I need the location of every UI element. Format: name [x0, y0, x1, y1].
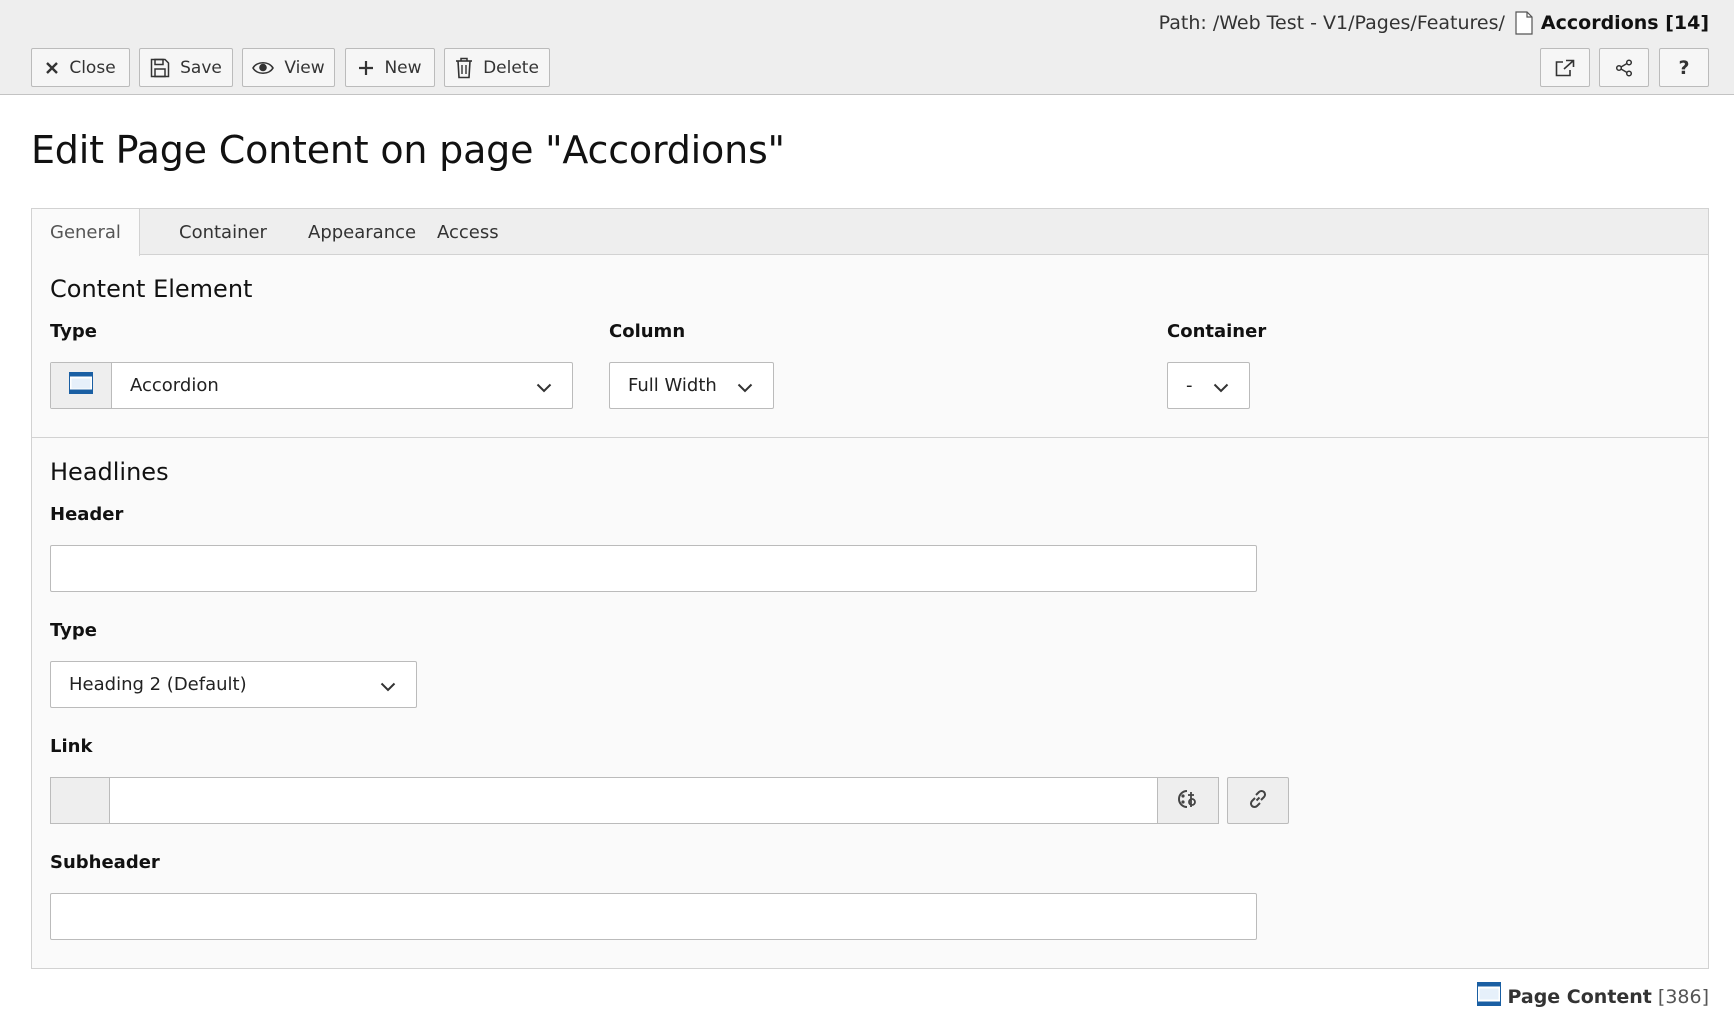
header-type-select[interactable]: Heading 2 (Default)	[50, 661, 417, 708]
container-value: -	[1186, 375, 1193, 396]
column-label: Column	[609, 321, 686, 342]
chevron-down-icon	[737, 378, 753, 399]
path-label: Path: /Web Test - V1/Pages/Features/	[1158, 12, 1505, 34]
help-icon: ?	[1678, 56, 1690, 79]
page-content-icon	[1477, 982, 1502, 1011]
chevron-down-icon	[1213, 378, 1229, 399]
accordion-content-icon	[69, 372, 93, 399]
share-button[interactable]	[1599, 48, 1649, 87]
delete-button-label: Delete	[483, 57, 539, 78]
open-new-window-button[interactable]	[1540, 48, 1590, 87]
header-label: Header	[50, 504, 124, 525]
link-browser-button[interactable]	[1157, 777, 1219, 824]
link-wizard-icon	[1176, 788, 1200, 814]
tab-appearance[interactable]: Appearance	[290, 209, 434, 255]
tab-access[interactable]: Access	[419, 209, 517, 255]
content-type-icon-box	[51, 363, 112, 408]
header-input[interactable]	[50, 545, 1257, 592]
column-value: Full Width	[628, 375, 717, 396]
docheader: Path: /Web Test - V1/Pages/Features/ Acc…	[0, 0, 1734, 95]
plus-icon	[358, 60, 374, 76]
chevron-down-icon	[380, 677, 396, 698]
edit-form: General Container Appearance Access Cont…	[31, 208, 1709, 969]
breadcrumb-path: Path: /Web Test - V1/Pages/Features/ Acc…	[1159, 10, 1709, 36]
close-button[interactable]: Close	[31, 48, 130, 87]
record-id: [386]	[1657, 985, 1709, 1008]
link-input[interactable]	[109, 777, 1158, 824]
page-document-icon	[1515, 11, 1533, 35]
trash-icon	[455, 57, 473, 79]
header-type-label: Type	[50, 620, 97, 641]
headlines-heading: Headlines	[50, 458, 169, 486]
new-button-label: New	[384, 57, 422, 78]
link-label: Link	[50, 736, 93, 757]
eye-icon	[252, 60, 275, 76]
column-select[interactable]: Full Width	[609, 362, 774, 409]
subheader-input[interactable]	[50, 893, 1257, 940]
record-title: Accordions [14]	[1540, 12, 1709, 34]
content-element-heading: Content Element	[50, 275, 253, 303]
type-label: Type	[50, 321, 97, 342]
share-icon	[1615, 58, 1633, 77]
chain-link-icon	[1247, 788, 1269, 814]
section-divider	[32, 437, 1708, 438]
help-button[interactable]: ?	[1659, 48, 1709, 87]
record-name: Page Content	[1507, 985, 1652, 1008]
tab-container[interactable]: Container	[161, 209, 285, 255]
chevron-down-icon	[536, 378, 552, 399]
container-select[interactable]: -	[1167, 362, 1250, 409]
view-button[interactable]: View	[242, 48, 335, 87]
tab-general[interactable]: General	[32, 209, 140, 256]
view-button-label: View	[284, 57, 325, 78]
save-icon	[150, 58, 170, 78]
save-button-label: Save	[180, 57, 222, 78]
tab-bar: General Container Appearance Access	[32, 209, 1708, 256]
subheader-label: Subheader	[50, 852, 160, 873]
record-info-footer: Page Content [386]	[1477, 982, 1709, 1011]
save-button[interactable]: Save	[139, 48, 233, 87]
link-prefix-addon	[50, 777, 110, 824]
external-link-icon	[1555, 59, 1575, 77]
page-title: Edit Page Content on page "Accordions"	[31, 128, 785, 172]
link-popup-button[interactable]	[1227, 777, 1289, 824]
close-button-label: Close	[69, 57, 116, 78]
close-icon	[45, 61, 59, 75]
new-button[interactable]: New	[345, 48, 435, 87]
content-type-select[interactable]: Accordion	[50, 362, 573, 409]
header-type-value: Heading 2 (Default)	[69, 674, 247, 695]
container-label: Container	[1167, 321, 1267, 342]
delete-button[interactable]: Delete	[444, 48, 550, 87]
